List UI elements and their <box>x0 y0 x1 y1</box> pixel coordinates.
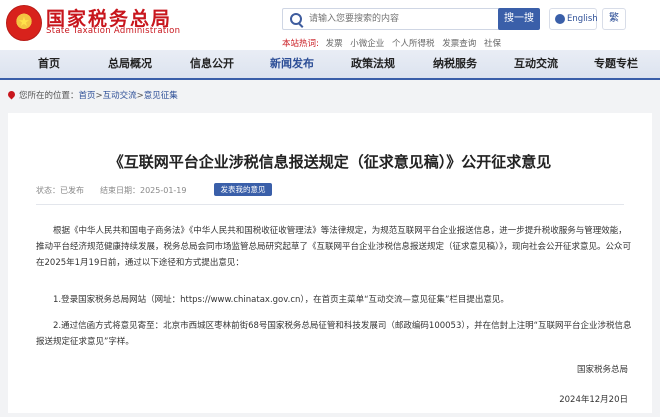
article-paragraph: 根据《中华人民共和国电子商务法》《中华人民共和国税收征收管理法》等法律规定，为规… <box>36 226 632 268</box>
breadcrumb-section[interactable]: 互动交流 <box>103 91 137 101</box>
hot-words-label: 本站热词: <box>282 39 319 49</box>
location-pin-icon <box>6 89 17 100</box>
divider <box>36 204 624 205</box>
hot-word-link[interactable]: 社保 <box>484 39 501 49</box>
site-logo-subtitle: State Taxation Administration <box>46 26 181 36</box>
site-header: ★ 国家税务总局 State Taxation Administration 搜… <box>0 0 660 50</box>
hot-words: 本站热词: 发票 小微企业 个人所得税 发票查询 社保 <box>282 37 506 49</box>
submit-opinion-button[interactable]: 发表我的意见 <box>214 183 272 196</box>
article-signature: 国家税务总局 <box>576 365 628 375</box>
search-icon <box>290 13 302 25</box>
breadcrumb-separator: > <box>136 91 144 101</box>
hot-word-link[interactable]: 发票 <box>326 39 343 49</box>
nav-item-policy[interactable]: 政策法规 <box>351 50 395 78</box>
nav-item-overview[interactable]: 总局概况 <box>108 50 152 78</box>
article-paragraph: 1.登录国家税务总局网站（网址：https://www.chinatax.gov… <box>53 295 509 305</box>
globe-icon <box>555 14 565 24</box>
nav-item-info-disclosure[interactable]: 信息公开 <box>190 50 234 78</box>
search-box <box>282 8 502 30</box>
end-date-text: 结束日期：2025-01-19 <box>100 186 187 195</box>
traditional-chinese-button[interactable]: 繁 <box>602 8 626 30</box>
article-date: 2024年12月20日 <box>559 395 628 405</box>
breadcrumb-separator: > <box>95 91 103 101</box>
article-paragraph: 2.通过信函方式将意见寄至：北京市西城区枣林前街68号国家税务总局征管和科技发展… <box>36 321 632 347</box>
breadcrumb-prefix: 您所在的位置： <box>19 91 79 101</box>
nav-item-special-topics[interactable]: 专题专栏 <box>594 50 638 78</box>
nav-item-interaction[interactable]: 互动交流 <box>514 50 558 78</box>
status-text: 状态：已发布 <box>36 186 84 195</box>
hot-word-link[interactable]: 个人所得税 <box>392 39 435 49</box>
hot-word-link[interactable]: 发票查询 <box>442 39 476 49</box>
search-button[interactable]: 搜一搜 <box>498 8 540 30</box>
breadcrumb: 您所在的位置：首页>互动交流>意见征集 <box>6 89 178 101</box>
main-nav: 首页 总局概况 信息公开 新闻发布 政策法规 纳税服务 互动交流 专题专栏 <box>0 50 660 80</box>
breadcrumb-current[interactable]: 意见征集 <box>144 91 178 101</box>
article-meta: 状态：已发布 结束日期：2025-01-19 <box>36 185 187 196</box>
nav-item-home[interactable]: 首页 <box>38 50 60 78</box>
breadcrumb-home[interactable]: 首页 <box>79 91 96 101</box>
search-input[interactable] <box>309 11 489 27</box>
article-panel: 《互联网平台企业涉税信息报送规定（征求意见稿）》公开征求意见 状态：已发布 结束日… <box>8 113 652 413</box>
national-emblem-icon: ★ <box>6 5 42 41</box>
hot-word-link[interactable]: 小微企业 <box>350 39 384 49</box>
english-button[interactable]: English <box>549 8 598 30</box>
nav-item-news[interactable]: 新闻发布 <box>270 50 314 78</box>
article-title: 《互联网平台企业涉税信息报送规定（征求意见稿）》公开征求意见 <box>108 153 552 171</box>
english-label: English <box>567 14 598 24</box>
nav-item-tax-service[interactable]: 纳税服务 <box>433 50 477 78</box>
